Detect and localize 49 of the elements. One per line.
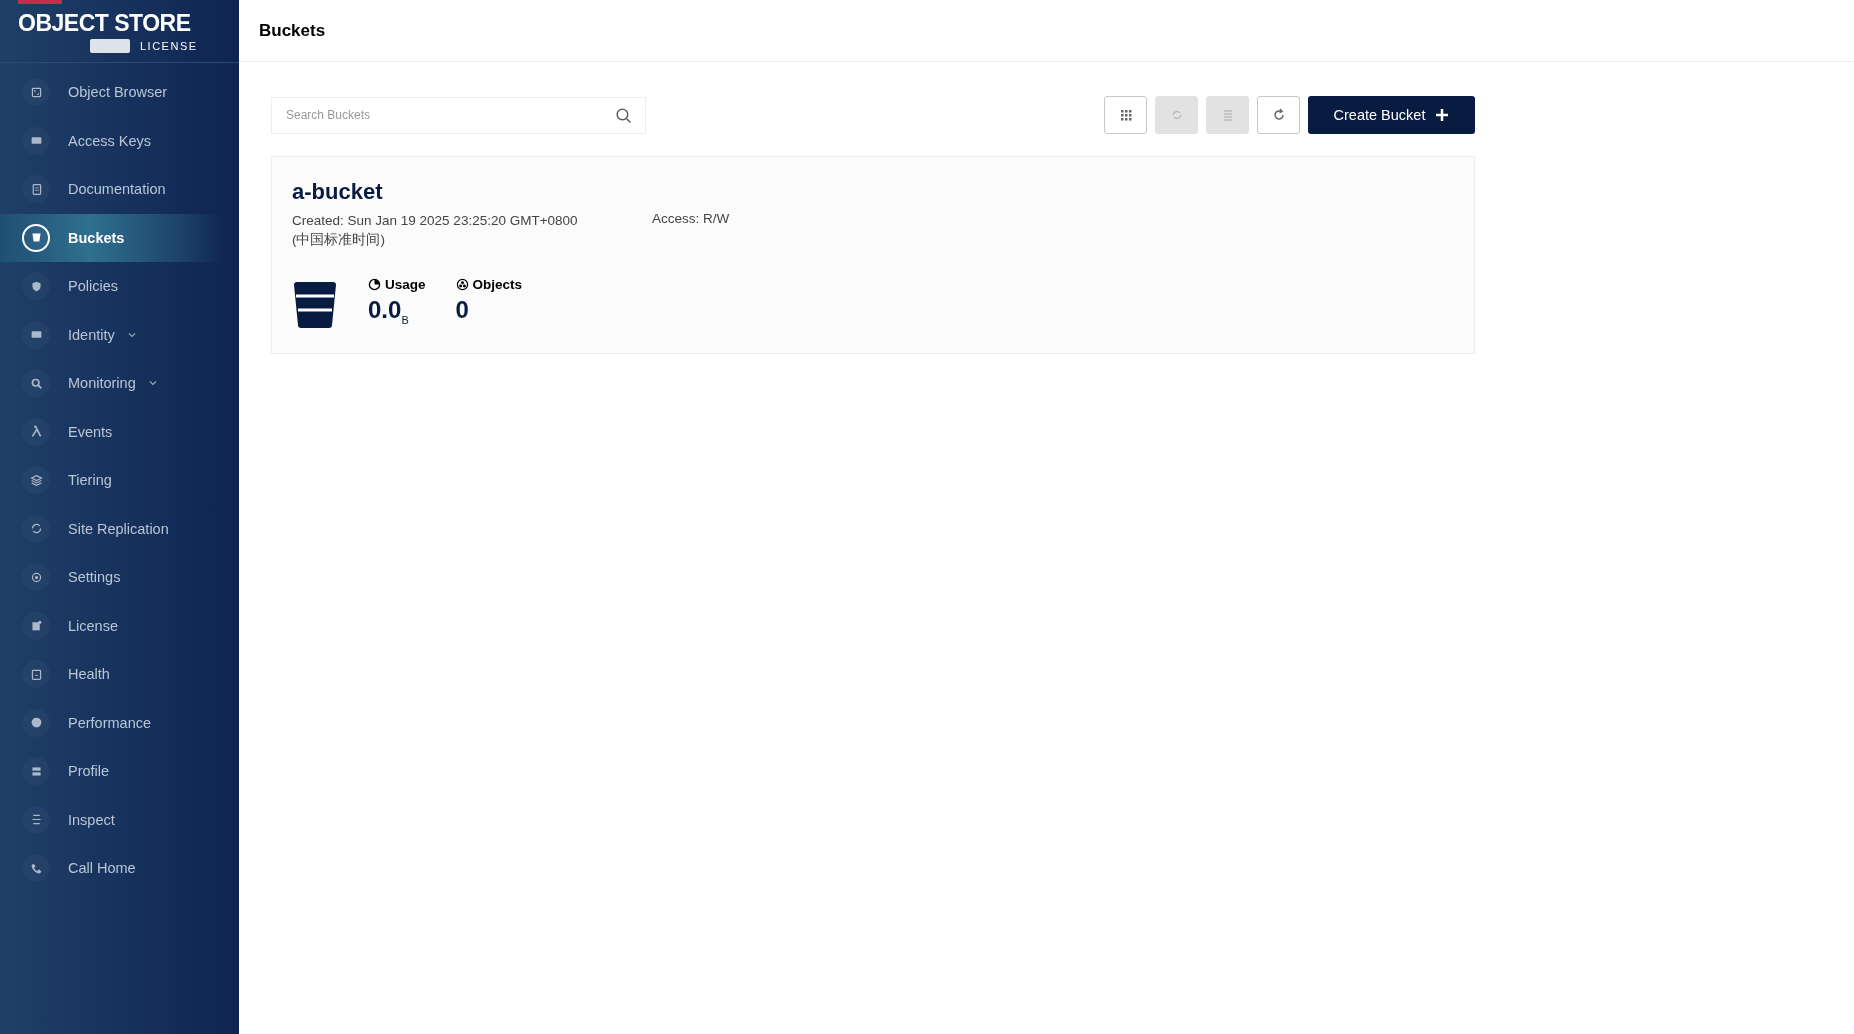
sidebar-item[interactable]: Monitoring [0,359,239,408]
logo-mark-drawing [18,0,62,4]
logo-title: OBJECT STORE [18,9,192,37]
sidebar-item[interactable]: Access Keys [0,116,239,165]
sidebar-item[interactable]: Performance [0,698,239,747]
plus-icon [1435,108,1450,122]
shield-icon [29,279,43,293]
objects-icon [455,278,469,291]
sidebar-item[interactable]: License [0,601,239,650]
stack-icon [29,764,43,778]
usage-value: 0.0$_{B}$ [368,296,410,326]
sidebar-item[interactable]: Site Replication [0,504,239,553]
license-badge-drawing [90,38,130,53]
bucket-icon [29,231,43,245]
sidebar-item[interactable]: Tiering [0,456,239,505]
sidebar-item[interactable]: Identity [0,310,239,359]
objects-label: Objects [472,277,523,292]
objects-count: 0 [455,296,470,324]
sidebar-item[interactable]: Events [0,407,239,456]
created-date: Created: Sun Jan 19 2025 23:25:20 GMT+0800 (中国标准时间) [292,212,579,249]
grid-icon [29,85,43,99]
sidebar-item[interactable]: Documentation [0,165,239,214]
page-title: Buckets [259,20,326,41]
gear-icon [29,570,43,584]
lambda-icon [29,425,43,439]
sidebar-item[interactable]: Object Browser [0,68,239,117]
search-field[interactable]: Search Buckets [271,96,646,134]
sidebar-item[interactable]: Policies [0,262,239,311]
sync-icon [29,522,43,536]
bucket-icon [292,281,338,329]
sidebar-item[interactable]: Call Home [0,844,239,893]
sidebar-item[interactable]: Settings [0,553,239,602]
phone-icon [29,861,43,875]
bucket-card[interactable]: a-bucket Created: Sun Jan 19 2025 23:25:20 GMT+0800 (中国标准时间) Access: R/W Usage 0.0$_{B}$ Objects 0 [271,156,1475,354]
search-icon [615,106,632,124]
license-label: LICENSE [140,39,198,52]
pie-chart-icon [368,278,381,291]
magnifier-icon [29,376,43,390]
sidebar-item[interactable]: Inspect [0,795,239,844]
create-bucket-button[interactable]: Create Bucket [1308,96,1475,134]
access-mode: Access: R/W [652,211,730,228]
sidebar-item[interactable]: Profile [0,747,239,796]
sidebar-item[interactable]: Health [0,650,239,699]
usage-label: Usage [385,277,426,292]
clipboard-icon [29,667,43,681]
toolbar-button[interactable] [1257,96,1300,134]
bucket-name: a-bucket [292,179,384,205]
toolbar-button[interactable] [1104,96,1147,134]
layers-icon [29,473,43,487]
